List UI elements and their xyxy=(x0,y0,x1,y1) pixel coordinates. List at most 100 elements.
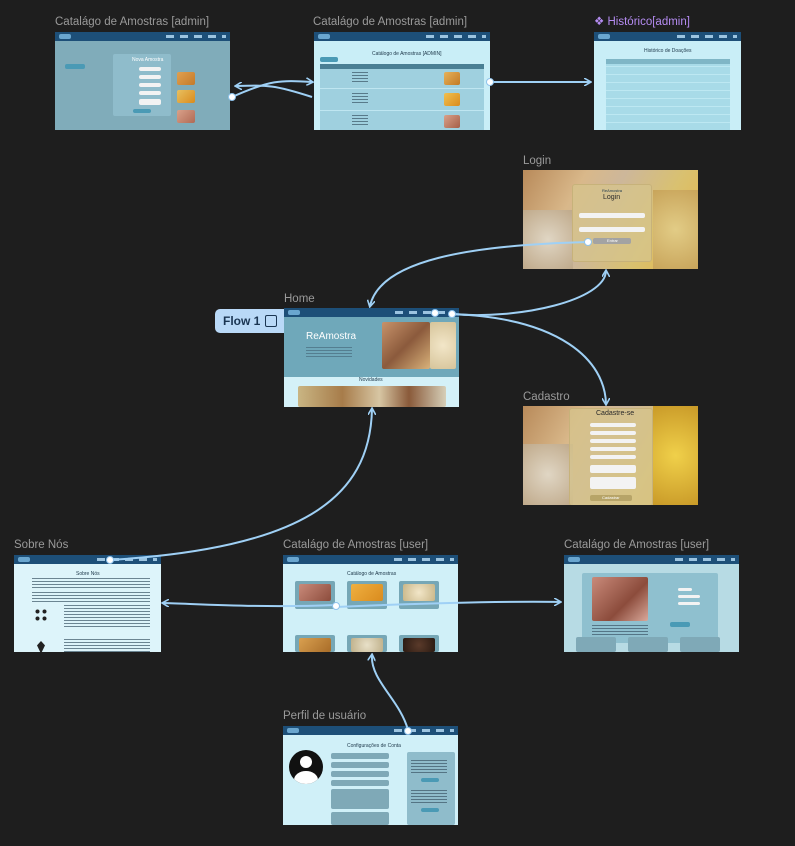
sample-image xyxy=(177,90,195,103)
frame-history-admin[interactable]: Histórico de Doações xyxy=(594,32,741,130)
page-title: Histórico de Doações xyxy=(644,48,692,54)
profile-address xyxy=(331,789,389,809)
grain-texture xyxy=(523,210,573,269)
frame-login[interactable]: ReAmostra Login Entrar xyxy=(523,170,698,269)
profile-notes xyxy=(331,812,389,825)
frame-label-home[interactable]: Home xyxy=(284,292,315,306)
sample-card xyxy=(347,581,387,609)
frame-label-catalog-user-1[interactable]: Catalágo de Amostras [user] xyxy=(283,538,428,552)
navbar xyxy=(594,32,741,41)
modal-field xyxy=(139,67,161,71)
logo-icon xyxy=(318,34,330,39)
flow-chip-label: Flow 1 xyxy=(223,314,261,328)
sample-card xyxy=(295,581,335,609)
sample-image xyxy=(444,93,460,106)
frame-catalog-user-1[interactable]: Catálogo de Amostras xyxy=(283,555,458,652)
table-header xyxy=(320,64,484,69)
signup-button-label: Cadastrar xyxy=(602,495,620,500)
sample-detail-modal xyxy=(582,573,718,643)
hero-image-beans xyxy=(382,322,430,369)
hero-image-rice xyxy=(430,322,456,369)
frame-label-sobre[interactable]: Sobre Nós xyxy=(14,538,68,552)
frame-label-login[interactable]: Login xyxy=(523,154,551,168)
brand-label: ReAmostra xyxy=(602,188,623,193)
connector-handle[interactable] xyxy=(431,309,439,317)
signup-field xyxy=(590,431,636,435)
frame-cadastro[interactable]: Cadastre-se Cadastrar xyxy=(523,406,698,505)
sample-description xyxy=(592,625,648,637)
logo-icon xyxy=(568,557,580,562)
about-text xyxy=(64,639,150,652)
detail-field xyxy=(678,595,700,598)
frame-catalog-admin-2[interactable]: Catálogo de Amostras [ADMIN] xyxy=(314,32,490,130)
modal-field xyxy=(139,91,161,95)
about-text xyxy=(64,605,150,629)
modal-save-button xyxy=(133,109,151,113)
row-description xyxy=(352,72,368,84)
logo-icon xyxy=(598,34,610,39)
frame-label-catalog-user-2[interactable]: Catalágo de Amostras [user] xyxy=(564,538,709,552)
connector-handle[interactable] xyxy=(228,93,236,101)
hero-text xyxy=(306,347,352,357)
flow-start-icon xyxy=(265,315,277,327)
connector-perfil-catalog xyxy=(372,655,409,731)
connector-home-login xyxy=(451,271,606,317)
connector-handle[interactable] xyxy=(584,238,592,246)
logo-icon xyxy=(287,557,299,562)
modal-field xyxy=(139,75,161,79)
frame-label-history-admin[interactable]: ❖ Histórico[admin] xyxy=(594,15,690,29)
connector-handle[interactable] xyxy=(106,556,114,564)
sample-card xyxy=(399,581,439,609)
frame-label-perfil[interactable]: Perfil de usuário xyxy=(283,709,366,723)
profile-field xyxy=(331,762,389,768)
signup-field xyxy=(590,465,636,473)
signup-card: Cadastre-se Cadastrar xyxy=(569,408,653,505)
about-text xyxy=(32,578,150,590)
sample-card xyxy=(680,637,720,652)
frame-label-catalog-admin-2[interactable]: Catalágo de Amostras [admin] xyxy=(313,15,467,29)
logo-icon xyxy=(18,557,30,562)
profile-field xyxy=(331,753,389,759)
sample-image xyxy=(444,72,460,85)
nav-links xyxy=(426,35,486,38)
frame-catalog-admin-1[interactable]: Nova Amostra xyxy=(55,32,230,130)
connector-admin1-admin2 xyxy=(231,81,312,98)
detail-field xyxy=(678,602,700,605)
email-field xyxy=(579,213,645,218)
nav-links xyxy=(166,35,226,38)
frame-sobre[interactable]: Sobre Nós xyxy=(14,555,161,652)
news-grains-strip xyxy=(298,386,446,407)
connector-handle[interactable] xyxy=(404,727,412,735)
frame-label-catalog-admin-1[interactable]: Catalágo de Amostras [admin] xyxy=(55,15,209,29)
modal-field xyxy=(139,99,161,105)
grain-texture xyxy=(653,406,698,505)
sample-card xyxy=(347,635,387,652)
new-sample-modal: Nova Amostra xyxy=(113,54,171,116)
connector-handle[interactable] xyxy=(486,78,494,86)
about-text xyxy=(32,592,150,602)
nav-links xyxy=(675,558,735,561)
table-row xyxy=(320,88,484,89)
frame-home[interactable]: ReAmostra Novidades xyxy=(284,308,459,407)
requests-panel xyxy=(407,752,455,825)
frame-label-cadastro[interactable]: Cadastro xyxy=(523,390,570,404)
signup-title: Cadastre-se xyxy=(596,410,635,417)
request-text xyxy=(411,760,447,774)
connector-handle[interactable] xyxy=(448,310,456,318)
sample-card xyxy=(628,637,668,652)
flow-start-chip[interactable]: Flow 1 xyxy=(215,309,284,333)
signup-field xyxy=(590,455,636,459)
history-table xyxy=(606,59,730,130)
table-row xyxy=(320,110,484,111)
nav-links xyxy=(394,558,454,561)
avatar xyxy=(289,750,323,784)
coffee-beans-icon xyxy=(34,608,48,622)
navbar xyxy=(283,555,458,564)
hero-section: ReAmostra xyxy=(284,317,459,377)
navbar xyxy=(55,32,230,41)
connector-handle[interactable] xyxy=(332,602,340,610)
page-title: Catálogo de Amostras xyxy=(347,571,397,577)
section-title: Novidades xyxy=(359,377,383,383)
frame-catalog-user-2[interactable] xyxy=(564,555,739,652)
frame-perfil[interactable]: Configurações de Conta xyxy=(283,726,458,825)
